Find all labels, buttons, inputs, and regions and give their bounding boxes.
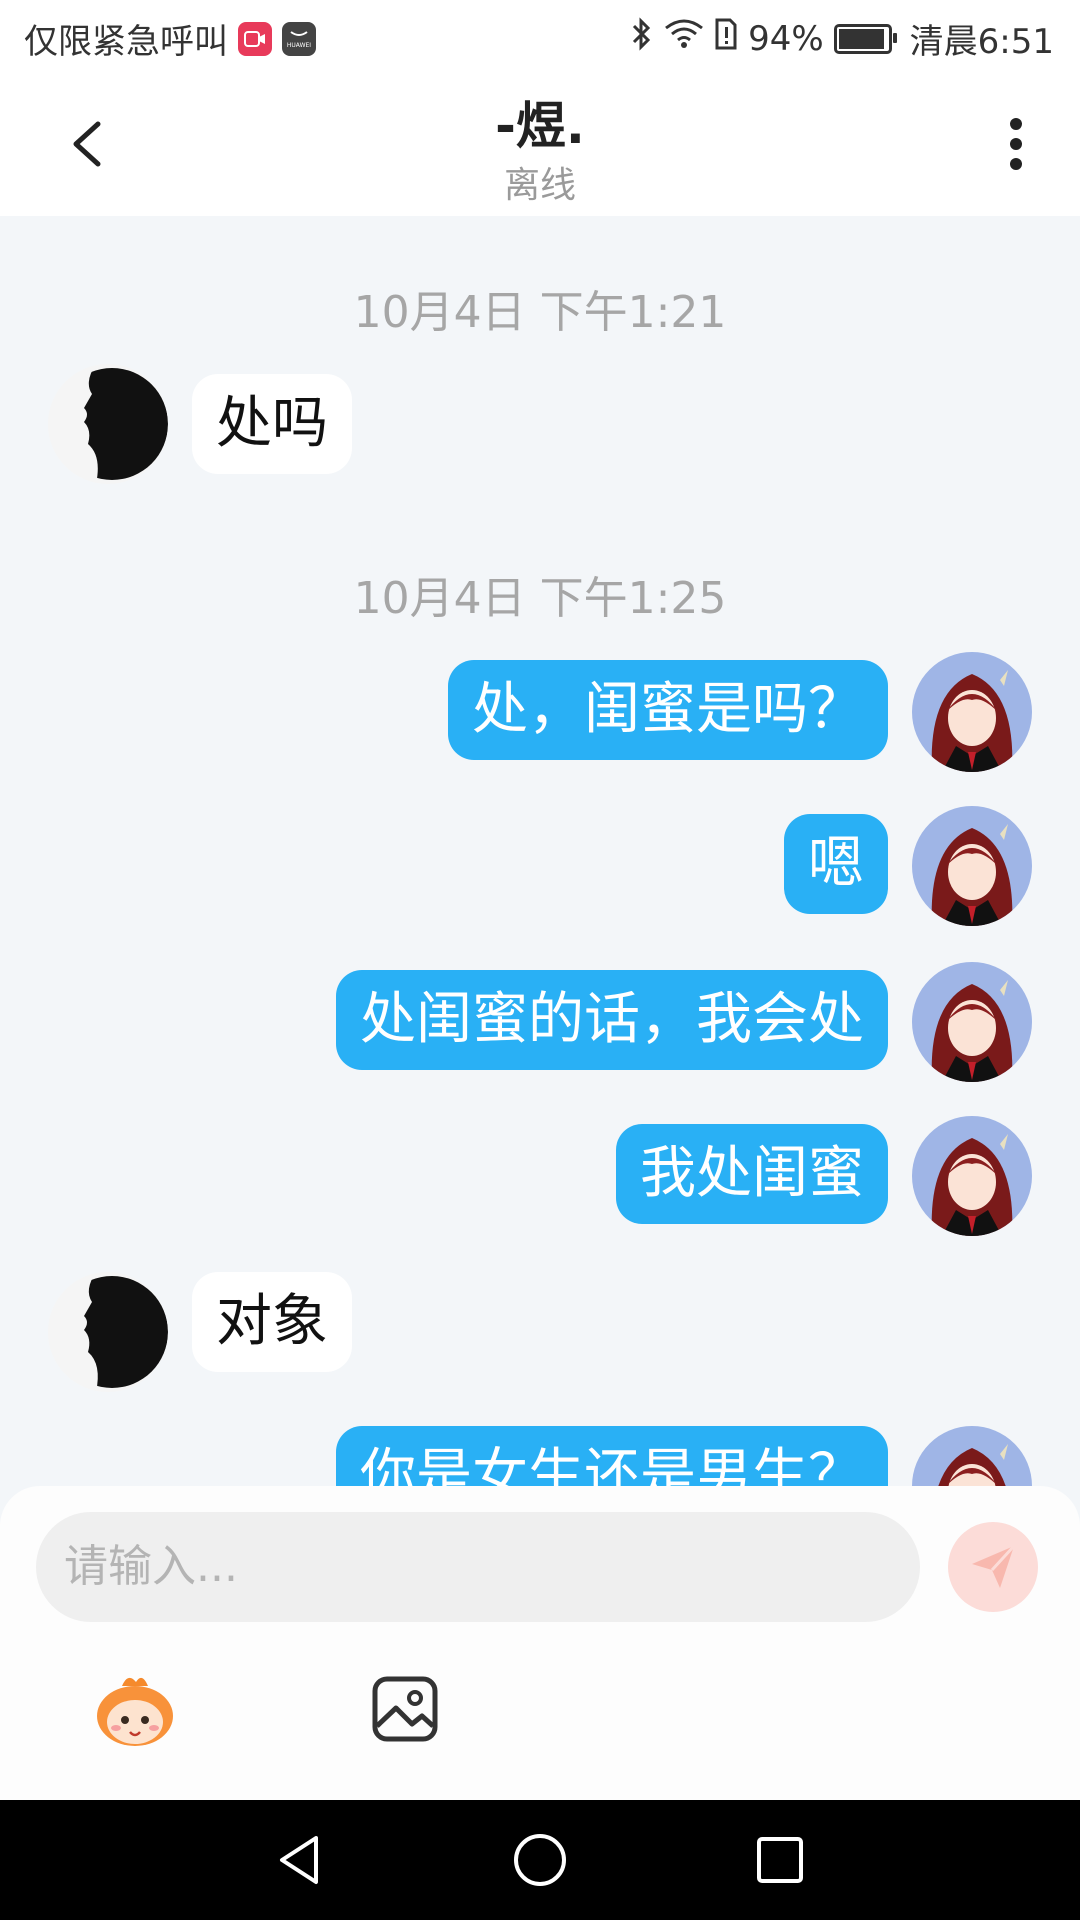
message-row: 处，闺蜜是吗？	[0, 652, 1080, 772]
avatar[interactable]	[912, 1426, 1032, 1486]
silhouette-avatar-image	[48, 1272, 168, 1392]
timestamp: 10月4日 下午1:25	[353, 573, 727, 624]
message-row: 处闺蜜的话，我会处	[0, 962, 1080, 1082]
status-time: 清晨6:51	[909, 22, 1054, 62]
message-row: 嗯	[0, 806, 1080, 926]
send-icon	[972, 1544, 1016, 1588]
message-row: 你是女生还是男生？	[0, 1426, 1080, 1486]
nav-back-triangle-icon	[280, 1836, 318, 1884]
anime-girl-avatar-image	[912, 652, 1032, 772]
system-nav-bar	[0, 1800, 1080, 1920]
avatar[interactable]	[912, 652, 1032, 772]
send-button[interactable]	[948, 1522, 1038, 1612]
status-bar: 仅限紧急呼叫 HUAWEI 94% 清晨6:51	[0, 0, 1080, 72]
wifi-icon	[664, 18, 704, 59]
message-row: 对象	[0, 1272, 1080, 1392]
message-bubble[interactable]: 处，闺蜜是吗？	[448, 660, 888, 760]
message-bubble[interactable]: 处闺蜜的话，我会处	[336, 970, 888, 1070]
contact-name: -煜.	[495, 97, 585, 155]
anime-girl-avatar-image	[912, 962, 1032, 1082]
emoji-mascot-icon	[97, 1677, 173, 1746]
message-row: 我处闺蜜	[0, 1116, 1080, 1236]
huawei-app-text: HUAWEI	[287, 42, 311, 49]
anime-girl-avatar-image	[912, 1426, 1032, 1486]
message-bubble[interactable]: 我处闺蜜	[616, 1124, 888, 1224]
chat-area[interactable]: 10月4日 下午1:21 处吗 10月4日 下午1:25 处，闺蜜是吗？ 嗯 处…	[0, 216, 1080, 1486]
message-bubble[interactable]: 对象	[192, 1272, 352, 1372]
nav-recents-square-icon	[757, 1837, 803, 1883]
avatar[interactable]	[48, 1272, 168, 1392]
image-icon	[372, 1676, 438, 1742]
message-bubble[interactable]: 你是女生还是男生？	[336, 1426, 888, 1486]
sim-alert-icon	[714, 17, 738, 60]
bluetooth-icon	[630, 16, 654, 61]
nav-home-circle-icon	[514, 1834, 566, 1886]
image-picker-button[interactable]	[370, 1674, 440, 1744]
avatar[interactable]	[912, 806, 1032, 926]
avatar[interactable]	[912, 962, 1032, 1082]
anime-girl-avatar-image	[912, 1116, 1032, 1236]
screen-record-icon	[238, 21, 272, 56]
message-row: 处吗	[0, 364, 1080, 484]
message-bubble[interactable]: 嗯	[784, 814, 888, 914]
anime-girl-avatar-image	[912, 806, 1032, 926]
battery-percent: 94%	[748, 18, 824, 59]
nav-home-button[interactable]	[510, 1830, 570, 1890]
chat-header: -煜. 离线	[0, 72, 1080, 216]
avatar[interactable]	[48, 364, 168, 484]
silhouette-avatar-image	[48, 364, 168, 484]
more-vertical-icon	[1010, 118, 1022, 170]
composer: 请输入...	[0, 1486, 1080, 1800]
message-input[interactable]: 请输入...	[36, 1512, 920, 1622]
emoji-button[interactable]	[92, 1672, 178, 1750]
nav-recents-button[interactable]	[750, 1830, 810, 1890]
nav-back-button[interactable]	[270, 1830, 330, 1890]
huawei-app-icon: HUAWEI	[282, 21, 316, 56]
message-bubble[interactable]: 处吗	[192, 374, 352, 474]
more-button[interactable]	[992, 112, 1040, 176]
status-carrier-text: 仅限紧急呼叫	[24, 22, 228, 62]
timestamp: 10月4日 下午1:21	[353, 287, 727, 338]
battery-icon	[833, 23, 897, 54]
avatar[interactable]	[912, 1116, 1032, 1236]
contact-status: 离线	[503, 165, 576, 206]
